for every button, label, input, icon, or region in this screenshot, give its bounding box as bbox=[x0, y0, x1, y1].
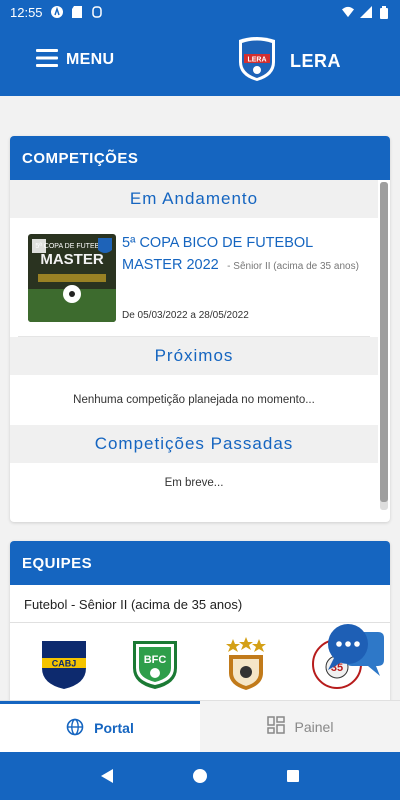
dashboard-icon bbox=[266, 716, 285, 737]
team-logo-bfc[interactable]: BFC bbox=[128, 637, 182, 691]
tab-painel[interactable]: Painel bbox=[200, 701, 400, 752]
thumb-sub: 5ª COPA DE FUTEBOL bbox=[35, 243, 108, 250]
thumb-title: MASTER bbox=[40, 251, 104, 268]
recents-square-icon bbox=[287, 770, 300, 782]
recents-button[interactable] bbox=[278, 761, 308, 791]
menu-button[interactable]: MENU bbox=[36, 48, 115, 72]
competitions-header: COMPETIÇÕES bbox=[10, 136, 390, 180]
competitions-body[interactable]: Em Andamento 5ª COPA DE FUTEBOL MASTER 5… bbox=[10, 180, 390, 522]
home-circle-icon bbox=[192, 769, 207, 783]
tab-painel-label: Painel bbox=[294, 718, 334, 735]
battery-icon bbox=[378, 5, 390, 19]
scrollbar-thumb[interactable] bbox=[380, 182, 388, 502]
system-nav-bar bbox=[0, 752, 400, 800]
app-bar: MENU LERA LERA bbox=[0, 24, 400, 96]
team-logo-text: CABJ bbox=[51, 659, 76, 669]
chat-button[interactable] bbox=[324, 622, 386, 678]
main-content[interactable]: COMPETIÇÕES Em Andamento 5ª COPA DE FUTE… bbox=[0, 96, 400, 700]
team-logo-text: BFC bbox=[143, 654, 166, 666]
upcoming-title: Próximos bbox=[10, 337, 378, 375]
in-progress-title: Em Andamento bbox=[10, 180, 378, 218]
competition-category: - Sênior II (acima de 35 anos) bbox=[227, 261, 359, 272]
competitions-scrollbar[interactable] bbox=[380, 182, 388, 510]
status-time: 12:55 bbox=[10, 4, 43, 20]
team-logo-stars[interactable] bbox=[219, 637, 273, 691]
brand: LERA LERA bbox=[236, 36, 341, 87]
competition-thumbnail: 5ª COPA DE FUTEBOL MASTER bbox=[28, 234, 116, 322]
bottom-tabs: Portal Painel bbox=[0, 700, 400, 752]
teams-header: EQUIPES bbox=[10, 541, 390, 585]
signal-icon bbox=[360, 6, 372, 18]
past-message: Em breve... bbox=[164, 477, 224, 489]
competition-dates: De 05/03/2022 a 28/05/2022 bbox=[122, 310, 249, 321]
a-circle-icon bbox=[50, 6, 63, 18]
tab-portal[interactable]: Portal bbox=[0, 701, 200, 752]
lera-logo: LERA bbox=[236, 36, 278, 87]
team-logo-cabj[interactable]: CABJ bbox=[37, 637, 91, 691]
tab-portal-label: Portal bbox=[94, 720, 134, 736]
status-bar: 12:55 bbox=[0, 0, 400, 24]
upcoming-message: Nenhuma competição planejada no momento.… bbox=[73, 394, 315, 406]
back-button[interactable] bbox=[92, 761, 122, 791]
globe-icon bbox=[66, 718, 84, 739]
sync-icon bbox=[91, 6, 103, 18]
logo-text: LERA bbox=[247, 57, 266, 64]
back-triangle-icon bbox=[100, 769, 113, 783]
menu-label: MENU bbox=[66, 51, 115, 68]
competitions-card: COMPETIÇÕES Em Andamento 5ª COPA DE FUTE… bbox=[10, 136, 390, 522]
wifi-icon bbox=[342, 6, 354, 18]
home-button[interactable] bbox=[185, 761, 215, 791]
past-title: Competições Passadas bbox=[10, 425, 378, 463]
hamburger-icon bbox=[36, 48, 58, 72]
sd-card-icon bbox=[71, 6, 83, 18]
brand-title: LERA bbox=[290, 51, 341, 71]
chat-bubbles-icon bbox=[324, 624, 386, 682]
teams-subtitle: Futebol - Sênior II (acima de 35 anos) bbox=[10, 585, 390, 623]
